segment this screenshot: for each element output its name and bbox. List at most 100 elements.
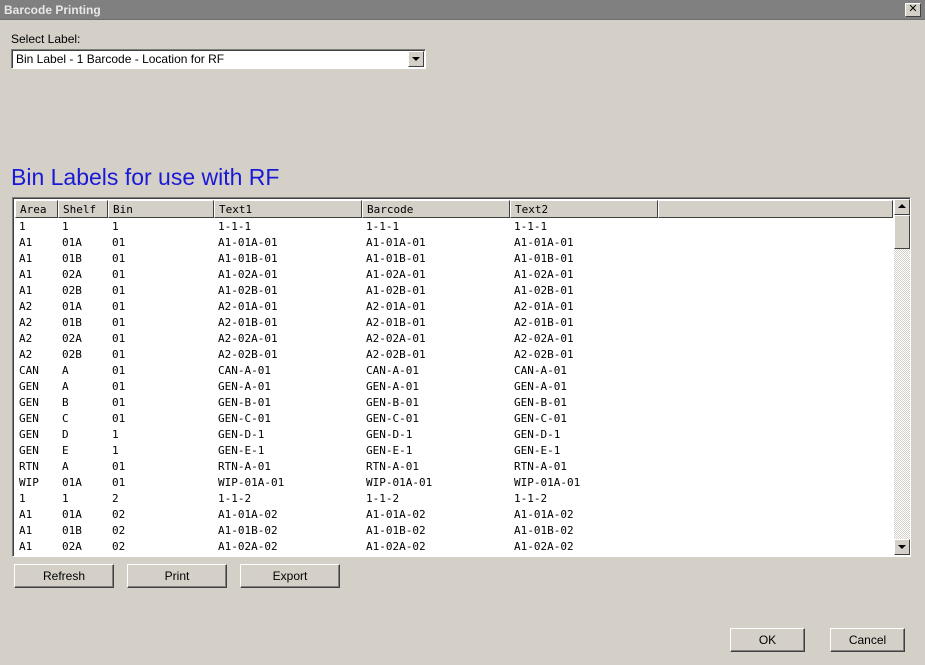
table-cell-text2: GEN-E-1 — [514, 444, 561, 457]
table-row[interactable]: CAN A 01 CAN-A-01 CAN-A-01 CAN-A-01 — [15, 363, 893, 379]
table-cell-barcode: A1-01A-01 — [366, 236, 426, 249]
window-title: Barcode Printing — [4, 3, 101, 17]
cancel-button[interactable]: Cancel — [830, 628, 905, 652]
table-cell-shelf: 01B — [62, 524, 82, 537]
scrollbar-thumb[interactable] — [894, 215, 910, 249]
table-cell-text1: GEN-D-1 — [218, 428, 265, 441]
table-cell-shelf: 01A — [62, 476, 82, 489]
table-cell-barcode: A1-01A-02 — [366, 508, 426, 521]
table-row[interactable]: A2 02B 01 A2-02B-01 A2-02B-01 A2-02B-01 — [15, 347, 893, 363]
labels-table[interactable]: Area Shelf Bin Text1 Barcode Text2 1 1 1 1-… — [12, 197, 911, 557]
table-row[interactable]: A2 01A 01 A2-01A-01 A2-01A-01 A2-01A-01 — [15, 299, 893, 315]
table-cell-text2: A1-01B-02 — [514, 524, 574, 537]
table-cell-text1: 1-1-1 — [218, 220, 252, 233]
table-row[interactable]: GEN A 01 GEN-A-01 GEN-A-01 GEN-A-01 — [15, 379, 893, 395]
table-row[interactable]: A1 01B 01 A1-01B-01 A1-01B-01 A1-01B-01 — [15, 251, 893, 267]
table-cell-text1: CAN-A-01 — [218, 364, 271, 377]
table-row[interactable]: A1 02A 02 A1-02A-02 A1-02A-02 A1-02A-02 — [15, 539, 893, 555]
table-cell-bin: 1 — [112, 220, 119, 233]
table-cell-text2: A1-02A-02 — [514, 540, 574, 553]
table-cell-barcode: A1-02B-01 — [366, 284, 426, 297]
column-header-bin[interactable]: Bin — [108, 200, 214, 218]
table-cell-text2: GEN-B-01 — [514, 396, 567, 409]
table-row[interactable]: 1 1 1 1-1-1 1-1-1 1-1-1 — [15, 219, 893, 235]
column-header-shelf[interactable]: Shelf — [58, 200, 108, 218]
print-button[interactable]: Print — [127, 564, 227, 588]
table-cell-text1: A1-02A-01 — [218, 268, 278, 281]
table-row[interactable]: A1 02A 01 A1-02A-01 A1-02A-01 A1-02A-01 — [15, 267, 893, 283]
table-cell-shelf: 02A — [62, 540, 82, 553]
table-cell-area: GEN — [19, 444, 39, 457]
table-cell-area: RTN — [19, 460, 39, 473]
table-cell-area: GEN — [19, 428, 39, 441]
table-cell-text2: GEN-A-01 — [514, 380, 567, 393]
table-row[interactable]: WIP 01A 01 WIP-01A-01 WIP-01A-01 WIP-01A-01 — [15, 475, 893, 491]
table-row[interactable]: A2 02A 01 A2-02A-01 A2-02A-01 A2-02A-01 — [15, 331, 893, 347]
table-cell-text1: A1-01A-02 — [218, 508, 278, 521]
scroll-up-icon[interactable] — [894, 199, 910, 215]
table-cell-barcode: GEN-C-01 — [366, 412, 419, 425]
table-cell-shelf: 01A — [62, 300, 82, 313]
table-cell-area: A1 — [19, 540, 33, 553]
table-cell-bin: 02 — [112, 524, 126, 537]
column-header-text1[interactable]: Text1 — [214, 200, 362, 218]
table-cell-barcode: A1-01B-01 — [366, 252, 426, 265]
table-cell-area: CAN — [19, 364, 39, 377]
table-row[interactable]: GEN B 01 GEN-B-01 GEN-B-01 GEN-B-01 — [15, 395, 893, 411]
table-cell-text1: WIP-01A-01 — [218, 476, 285, 489]
table-cell-bin: 01 — [112, 396, 126, 409]
page-title: Bin Labels for use with RF — [11, 164, 280, 190]
table-cell-bin: 01 — [112, 300, 126, 313]
table-cell-area: 1 — [19, 492, 26, 505]
table-row[interactable]: RTN A 01 RTN-A-01 RTN-A-01 RTN-A-01 — [15, 459, 893, 475]
table-cell-bin: 01 — [112, 364, 126, 377]
table-cell-barcode: A1-02A-02 — [366, 540, 426, 553]
table-cell-area: A2 — [19, 300, 33, 313]
column-header-area[interactable]: Area — [15, 200, 58, 218]
ok-button[interactable]: OK — [730, 628, 805, 652]
table-cell-text1: 1-1-2 — [218, 492, 252, 505]
table-cell-barcode: GEN-D-1 — [366, 428, 413, 441]
table-cell-text2: A2-01A-01 — [514, 300, 574, 313]
table-row[interactable]: A1 01A 01 A1-01A-01 A1-01A-01 A1-01A-01 — [15, 235, 893, 251]
table-cell-text1: A2-01B-01 — [218, 316, 278, 329]
table-cell-text2: A2-01B-01 — [514, 316, 574, 329]
table-cell-barcode: A2-01A-01 — [366, 300, 426, 313]
table-row[interactable]: A2 01B 01 A2-01B-01 A2-01B-01 A2-01B-01 — [15, 315, 893, 331]
table-cell-area: A1 — [19, 252, 33, 265]
table-row[interactable]: A1 01A 02 A1-01A-02 A1-01A-02 A1-01A-02 — [15, 507, 893, 523]
label-select-dropdown[interactable]: Bin Label - 1 Barcode - Location for RF — [11, 49, 426, 69]
close-icon[interactable]: ✕ — [905, 3, 921, 17]
table-cell-shelf: A — [62, 380, 69, 393]
table-cell-barcode: GEN-E-1 — [366, 444, 413, 457]
table-cell-text2: GEN-C-01 — [514, 412, 567, 425]
refresh-button[interactable]: Refresh — [14, 564, 114, 588]
table-cell-text1: GEN-C-01 — [218, 412, 271, 425]
table-row[interactable]: GEN E 1 GEN-E-1 GEN-E-1 GEN-E-1 — [15, 443, 893, 459]
table-cell-shelf: 01B — [62, 252, 82, 265]
column-header-text2[interactable]: Text2 — [510, 200, 658, 218]
column-header-barcode[interactable]: Barcode — [362, 200, 510, 218]
table-cell-area: A2 — [19, 332, 33, 345]
table-cell-shelf: 02A — [62, 332, 82, 345]
table-cell-area: A1 — [19, 284, 33, 297]
table-cell-text1: RTN-A-01 — [218, 460, 271, 473]
export-button[interactable]: Export — [240, 564, 340, 588]
table-cell-barcode: A1-01B-02 — [366, 524, 426, 537]
table-cell-barcode: A2-01B-01 — [366, 316, 426, 329]
table-row[interactable]: 1 1 2 1-1-2 1-1-2 1-1-2 — [15, 491, 893, 507]
chevron-down-icon[interactable] — [408, 51, 424, 67]
table-cell-barcode: WIP-01A-01 — [366, 476, 433, 489]
table-row[interactable]: GEN D 1 GEN-D-1 GEN-D-1 GEN-D-1 — [15, 427, 893, 443]
scroll-down-icon[interactable] — [894, 539, 910, 555]
table-row[interactable]: A1 02B 01 A1-02B-01 A1-02B-01 A1-02B-01 — [15, 283, 893, 299]
table-cell-bin: 2 — [112, 492, 119, 505]
table-row[interactable]: A1 01B 02 A1-01B-02 A1-01B-02 A1-01B-02 — [15, 523, 893, 539]
table-cell-bin: 01 — [112, 412, 126, 425]
table-cell-text2: A1-01B-01 — [514, 252, 574, 265]
vertical-scrollbar[interactable] — [894, 199, 910, 555]
table-cell-shelf: E — [62, 444, 69, 457]
table-cell-text2: A2-02A-01 — [514, 332, 574, 345]
table-cell-text1: A1-02A-02 — [218, 540, 278, 553]
table-row[interactable]: GEN C 01 GEN-C-01 GEN-C-01 GEN-C-01 — [15, 411, 893, 427]
